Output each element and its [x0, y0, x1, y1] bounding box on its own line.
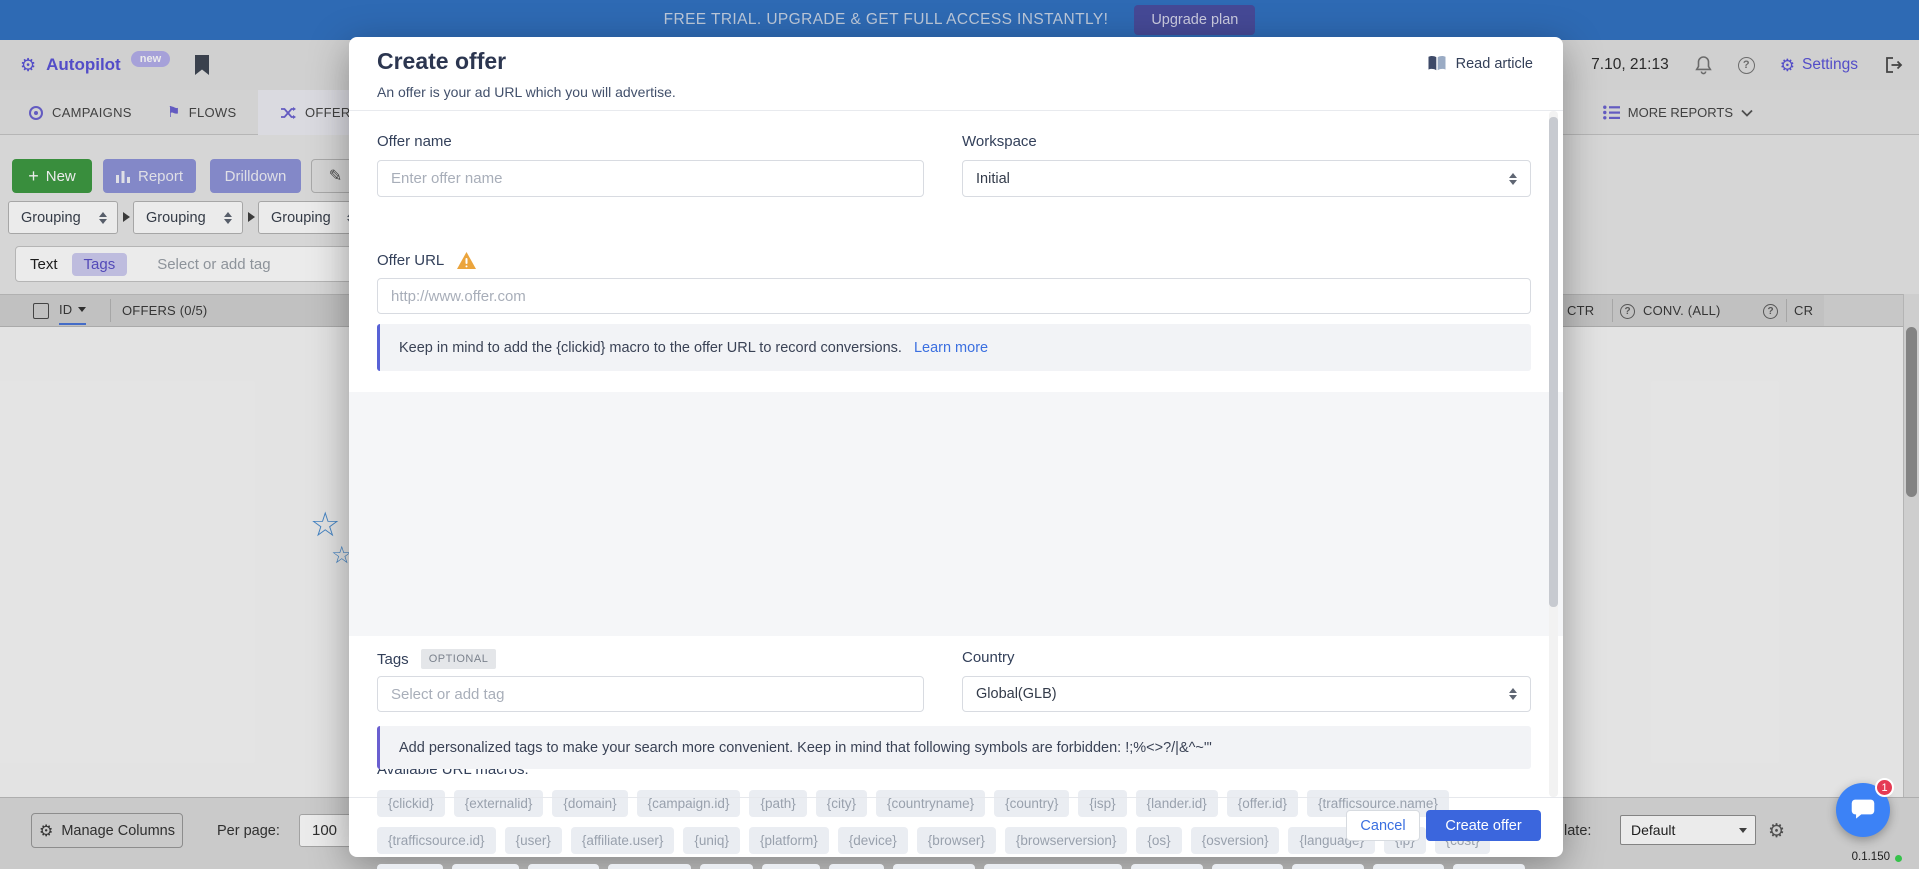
- offer-name-label: Offer name: [377, 133, 452, 150]
- macro-chip[interactable]: {trafficsource.id}: [377, 827, 496, 854]
- macro-chip[interactable]: {device}: [838, 827, 908, 854]
- macro-chip[interactable]: {user}: [505, 827, 562, 854]
- macro-chip[interactable]: {offer.id}: [1227, 790, 1298, 817]
- macro-chip[interactable]: {platform}: [749, 827, 829, 854]
- macro-chip[interactable]: {lander.id}: [1136, 790, 1218, 817]
- macro-chip[interactable]: {diagonal}: [893, 864, 975, 869]
- divider: [349, 797, 1563, 798]
- macro-chip[interactable]: {countryname}: [876, 790, 985, 817]
- offer-url-input[interactable]: [377, 278, 1531, 314]
- divider: [349, 110, 1563, 111]
- macros-section: Available URL macros: {clickid}{external…: [349, 392, 1563, 636]
- macro-chip[interactable]: {token4}: [1373, 864, 1445, 869]
- macro-chip[interactable]: {os}: [1136, 827, 1181, 854]
- tags-note: Add personalized tags to make your searc…: [377, 726, 1531, 769]
- select-chevrons-icon: [1509, 173, 1517, 185]
- optional-badge: OPTIONAL: [421, 649, 497, 669]
- macro-chip[interactable]: {token5}: [1453, 864, 1525, 869]
- cancel-button[interactable]: Cancel: [1346, 810, 1420, 841]
- read-article-link[interactable]: Read article: [1427, 55, 1533, 72]
- macro-chip[interactable]: {campaign.id}: [637, 790, 741, 817]
- workspace-select[interactable]: Initial: [962, 160, 1531, 197]
- macro-chip[interactable]: {browserversion}: [1005, 827, 1128, 854]
- learn-more-link[interactable]: Learn more: [914, 340, 988, 356]
- status-dot: [1895, 855, 1902, 862]
- macro-chip[interactable]: {externalid}: [454, 790, 544, 817]
- offer-url-label: Offer URL: [377, 251, 477, 270]
- read-article-label: Read article: [1456, 56, 1533, 72]
- macro-chip[interactable]: {token1}: [1131, 864, 1203, 869]
- tags-label: Tags OPTIONAL: [377, 649, 496, 669]
- macro-chip[interactable]: {hour}: [762, 864, 820, 869]
- country-select-value: Global(GLB): [976, 686, 1057, 702]
- warning-icon: [456, 251, 477, 270]
- version-label: 0.1.150: [1828, 851, 1890, 863]
- macro-chip[interactable]: {affiliate.user}: [571, 827, 675, 854]
- country-select[interactable]: Global(GLB): [962, 676, 1531, 712]
- modal-scrollbar[interactable]: [1549, 111, 1558, 797]
- offer-name-input[interactable]: [377, 160, 924, 197]
- macro-chip[interactable]: {size}: [829, 864, 884, 869]
- tags-note-text: Add personalized tags to make your searc…: [399, 740, 1212, 756]
- modal-title: Create offer: [377, 48, 506, 75]
- macro-chip[interactable]: {isp}: [1078, 790, 1126, 817]
- macro-chip[interactable]: {token:token name}: [984, 864, 1122, 869]
- country-label: Country: [962, 649, 1015, 666]
- create-offer-button[interactable]: Create offer: [1426, 810, 1541, 841]
- macro-chip[interactable]: {browser}: [917, 827, 996, 854]
- macro-chip[interactable]: {city}: [816, 790, 867, 817]
- macro-chip[interactable]: {clickid}: [377, 790, 445, 817]
- macro-chip[interactable]: {path}: [749, 790, 806, 817]
- macro-chip[interactable]: {uniq}: [683, 827, 740, 854]
- modal-scrollbar-thumb[interactable]: [1549, 117, 1558, 607]
- book-icon: [1427, 55, 1447, 72]
- tags-input[interactable]: [377, 676, 924, 712]
- macro-chip[interactable]: {referer}: [528, 864, 599, 869]
- macro-chip[interactable]: {day}: [700, 864, 753, 869]
- create-offer-modal: Create offer An offer is your ad URL whi…: [349, 37, 1563, 857]
- macro-chip[interactable]: {brand}: [377, 864, 443, 869]
- macro-chip[interactable]: {country}: [994, 790, 1069, 817]
- workspace-select-value: Initial: [976, 171, 1010, 187]
- clickid-note-text: Keep in mind to add the {clickid} macro …: [399, 340, 902, 356]
- select-chevrons-icon: [1509, 688, 1517, 700]
- chat-notification-badge[interactable]: 1: [1875, 778, 1894, 797]
- macro-chip[interactable]: {model}: [452, 864, 520, 869]
- chat-bubble-icon: [1850, 797, 1876, 823]
- macro-chip[interactable]: {osversion}: [1191, 827, 1280, 854]
- macro-chip[interactable]: {token3}: [1292, 864, 1364, 869]
- workspace-label: Workspace: [962, 133, 1037, 150]
- macro-chip[interactable]: {datetime}: [608, 864, 691, 869]
- app-root: FREE TRIAL. UPGRADE & GET FULL ACCESS IN…: [0, 0, 1919, 869]
- modal-subtitle: An offer is your ad URL which you will a…: [377, 84, 676, 100]
- clickid-note: Keep in mind to add the {clickid} macro …: [377, 324, 1531, 371]
- macro-chip[interactable]: {domain}: [552, 790, 627, 817]
- macro-chip[interactable]: {token2}: [1212, 864, 1284, 869]
